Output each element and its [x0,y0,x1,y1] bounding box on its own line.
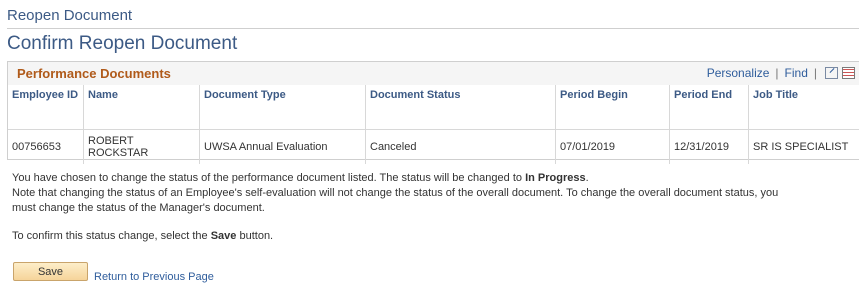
view-all-icon[interactable] [825,67,838,79]
grid-title: Performance Documents [17,66,171,81]
title-divider [7,28,859,29]
toolbar-separator: | [813,66,817,80]
col-document-type[interactable]: Document Type [199,85,366,130]
grid-header: Performance Documents Personalize | Find… [8,62,859,86]
table-header-row: Employee ID Name Document Type Document … [8,85,859,130]
message-line1-end: . [585,172,589,184]
new-status-text: In Progress [525,172,586,184]
page-title: Confirm Reopen Document [7,33,238,54]
message-line1: You have chosen to change the status of … [12,172,526,184]
cell-job-title: SR IS SPECIALIST [748,129,859,164]
col-document-status[interactable]: Document Status [365,85,556,130]
confirm-save-word: Save [210,230,237,242]
confirm-text: To confirm this status change, select th… [12,230,211,242]
performance-documents-grid: Performance Documents Personalize | Find… [7,61,859,164]
message-note: Note that changing the status of an Empl… [12,187,779,214]
col-name[interactable]: Name [83,85,200,130]
documents-table: Employee ID Name Document Type Document … [8,85,859,164]
status-change-message: You have chosen to change the status of … [12,171,792,216]
save-button[interactable]: Save [13,262,88,281]
grid-toolbar: Personalize | Find | [707,66,855,80]
col-job-title[interactable]: Job Title [748,85,859,130]
confirm-instruction: To confirm this status change, select th… [12,230,273,242]
cell-period-end: 12/31/2019 [669,129,749,164]
breadcrumb: Reopen Document [7,7,133,24]
col-employee-id[interactable]: Employee ID [8,85,84,130]
cell-period-begin: 07/01/2019 [555,129,670,164]
confirm-text-end: button. [236,230,274,242]
find-link[interactable]: Find [785,66,808,80]
cell-document-status: Canceled [365,129,556,164]
cell-name: ROBERT ROCKSTAR [83,129,200,164]
return-to-previous-page-link[interactable]: Return to Previous Page [94,271,214,283]
cell-document-type: UWSA Annual Evaluation [199,129,366,164]
cell-employee-id: 00756653 [8,129,84,164]
personalize-link[interactable]: Personalize [707,66,770,80]
col-period-end[interactable]: Period End [669,85,749,130]
col-period-begin[interactable]: Period Begin [555,85,670,130]
table-row: 00756653 ROBERT ROCKSTAR UWSA Annual Eva… [8,129,859,164]
download-icon[interactable] [842,67,855,79]
toolbar-separator: | [775,66,779,80]
